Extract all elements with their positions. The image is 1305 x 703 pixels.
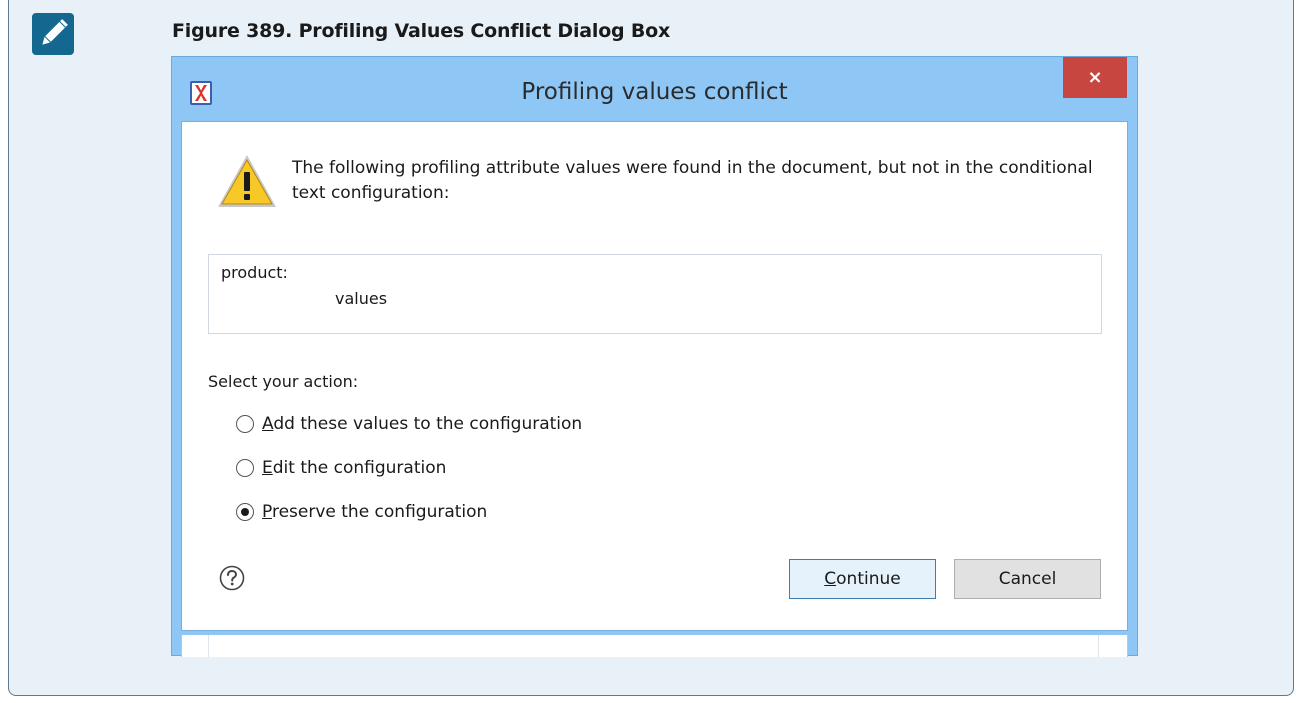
close-button[interactable]: × [1063,57,1127,98]
radio-label: Add these values to the configuration [262,414,583,434]
close-icon: × [1087,67,1103,88]
select-action-label: Select your action: [208,372,359,391]
dialog-bottom-strip [181,635,1128,657]
attribute-name: product: [221,263,288,282]
dialog-titlebar[interactable]: Profiling values conflict × [172,57,1137,127]
dialog-title: Profiling values conflict [521,79,788,105]
conflict-message: The following profiling attribute values… [292,158,1093,203]
conflict-values-box[interactable]: product: values [208,254,1102,334]
divider [1098,635,1099,657]
pencil-icon [32,13,74,55]
cancel-button[interactable]: Cancel [954,559,1101,599]
radio-button[interactable] [236,459,254,477]
warning-icon [215,152,279,210]
radio-button-selected[interactable] [236,503,254,521]
radio-add-values[interactable]: Add these values to the configuration [236,414,582,434]
continue-button[interactable]: Continue [789,559,936,599]
figure-title: Figure 389. Profiling Values Conflict Di… [172,20,671,42]
radio-edit-configuration[interactable]: Edit the configuration [236,458,446,478]
profiling-conflict-dialog: Profiling values conflict × The followin… [171,56,1138,657]
dialog-content: The following profiling attribute values… [181,121,1128,631]
radio-preserve-configuration[interactable]: Preserve the configuration [236,502,487,522]
radio-button[interactable] [236,415,254,433]
attribute-value: values [335,289,388,308]
help-icon[interactable] [219,565,245,591]
divider [208,635,209,657]
radio-label: Preserve the configuration [262,502,488,522]
radio-label: Edit the configuration [262,458,447,478]
